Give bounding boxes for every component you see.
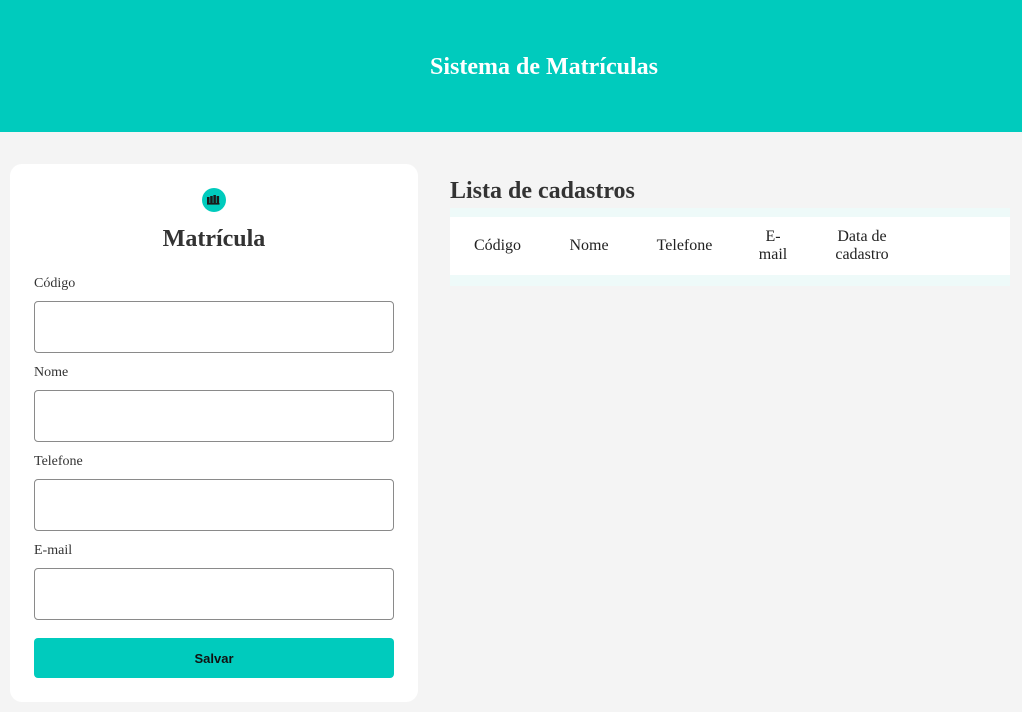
column-header-codigo: Código (473, 237, 522, 254)
email-label: E-mail (34, 543, 73, 558)
email-input[interactable] (34, 568, 394, 620)
codigo-input[interactable] (34, 301, 394, 353)
records-table: Código Nome Telefone E- mail Data de cad… (450, 217, 1010, 275)
telefone-label: Telefone (34, 454, 83, 469)
column-header-actions (914, 217, 1010, 275)
save-button[interactable]: Salvar (34, 638, 394, 678)
enrollment-form-card: Matrícula Código Nome Telefone E-mail Sa… (10, 164, 418, 702)
nome-label: Nome (34, 365, 69, 380)
column-header-nome: Nome (569, 237, 609, 254)
form-title: Matrícula (162, 226, 266, 252)
telefone-input[interactable] (34, 479, 394, 531)
school-logo-icon (202, 188, 226, 212)
column-header-data-cadastro: Data de cadastro (835, 228, 889, 263)
list-title: Lista de cadastros (450, 178, 635, 204)
column-header-telefone: Telefone (656, 237, 713, 254)
app-header: Sistema de Matrículas (0, 0, 1022, 132)
codigo-label: Código (34, 276, 76, 291)
records-table-container: Código Nome Telefone E- mail Data de cad… (450, 208, 1010, 286)
column-header-email: E- mail (758, 228, 788, 263)
nome-input[interactable] (34, 390, 394, 442)
app-title: Sistema de Matrículas (430, 53, 658, 80)
table-header-row: Código Nome Telefone E- mail Data de cad… (450, 217, 1010, 275)
